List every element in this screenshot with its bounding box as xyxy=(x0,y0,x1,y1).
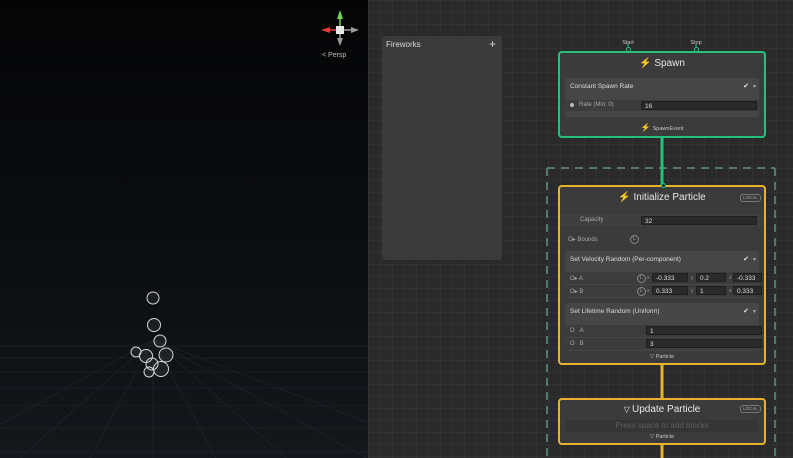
rate-port[interactable] xyxy=(570,103,574,107)
set-lifetime-random-block[interactable]: Set Lifetime Random (Uniform) ✔ ▾ O A 1 … xyxy=(565,303,762,351)
orientation-gizmo[interactable] xyxy=(318,6,362,52)
flow-arrow-icon: ▽ xyxy=(623,405,632,414)
scene-view[interactable]: < Persp xyxy=(0,0,368,458)
capacity-field[interactable]: 32 xyxy=(641,216,757,225)
velocity-a-row: O▸ A L x -0.333 y 0.2 z -0.333 xyxy=(565,272,762,284)
lifetime-b-row: O B 3 xyxy=(565,338,762,350)
blackboard-panel: Fireworks + xyxy=(382,36,502,260)
velocity-a-x[interactable]: -0.333 xyxy=(652,273,688,282)
chevron-down-icon[interactable]: ▾ xyxy=(753,256,756,263)
velocity-a-y[interactable]: 0.2 xyxy=(696,273,726,282)
spawn-event-output[interactable]: ⚡ SpawnEvent xyxy=(560,123,764,132)
lightning-icon: ⚡ xyxy=(640,123,653,132)
velocity-b-label[interactable]: O▸ B xyxy=(570,288,583,295)
lifetime-a-row: O A 1 xyxy=(565,325,762,337)
set-velocity-random-block[interactable]: Set Velocity Random (Per-component) ✔ ▾ … xyxy=(565,251,762,298)
velocity-b-y[interactable]: 1 xyxy=(696,286,726,295)
space-badge[interactable]: LOCAL xyxy=(740,405,761,413)
velocity-a-label[interactable]: O▸ A xyxy=(570,275,583,282)
velocity-a-z[interactable]: -0.333 xyxy=(733,273,762,282)
lifetime-b-label[interactable]: O B xyxy=(570,341,584,347)
block-enabled-checkbox[interactable]: ✔ xyxy=(743,255,749,263)
projection-label[interactable]: < Persp xyxy=(322,52,346,59)
expand-arrow-icon: O▸ xyxy=(568,237,578,243)
spawn-title: Spawn xyxy=(654,58,685,69)
update-header: ▽ Update Particle xyxy=(560,404,764,415)
lifetime-b-field[interactable]: 3 xyxy=(646,339,762,348)
block-title: Constant Spawn Rate xyxy=(570,83,634,90)
chevron-down-icon[interactable]: ▾ xyxy=(753,83,756,90)
update-particle-context[interactable]: ▽ Update Particle LOCAL Press space to a… xyxy=(558,398,766,445)
update-title: Update Particle xyxy=(632,404,701,415)
velocity-b-x[interactable]: 0.333 xyxy=(652,286,688,295)
add-blocks-hint[interactable]: Press space to add blocks xyxy=(566,420,758,432)
lifetime-a-field[interactable]: 1 xyxy=(646,326,762,335)
chevron-down-icon[interactable]: ▾ xyxy=(753,308,756,315)
scene-grid xyxy=(0,291,368,458)
velocity-b-row: O▸ B L x 0.333 y 1 z 0.333 xyxy=(565,285,762,297)
lightning-icon: ⚡ xyxy=(618,192,634,203)
bounds-label[interactable]: O▸ Bounds xyxy=(568,236,598,243)
lightning-icon: ⚡ xyxy=(639,58,655,69)
vfx-graph-view[interactable]: Fireworks + Start Stop ⚡ Spawn Constant … xyxy=(368,0,793,458)
block-enabled-checkbox[interactable]: ✔ xyxy=(743,307,749,315)
rate-label: Rate (Min: 0) xyxy=(579,102,614,108)
lifetime-a-label[interactable]: O A xyxy=(570,328,584,334)
blackboard-title: Fireworks xyxy=(386,40,421,49)
init-particle-output[interactable]: ▽ Particle xyxy=(560,354,764,360)
block-title: Set Velocity Random (Per-component) xyxy=(570,256,681,263)
start-port-label: Start xyxy=(622,40,634,46)
capacity-row: Capacity 32 xyxy=(560,214,764,226)
spawn-context[interactable]: ⚡ Spawn Constant Spawn Rate ✔ ▾ Rate (Mi… xyxy=(558,51,766,138)
initialize-particle-context[interactable]: ⚡ Initialize Particle LOCAL Capacity 32 … xyxy=(558,183,766,365)
rate-row: Rate (Min: 0) 16 xyxy=(565,100,759,111)
space-icon[interactable]: L xyxy=(637,274,646,283)
block-enabled-checkbox[interactable]: ✔ xyxy=(743,82,749,90)
spawn-event-label: SpawnEvent xyxy=(652,126,684,132)
spawn-header: ⚡ Spawn xyxy=(560,58,764,69)
rate-field[interactable]: 16 xyxy=(641,101,757,110)
space-icon[interactable]: L xyxy=(637,287,646,296)
init-input-port[interactable] xyxy=(661,183,666,188)
velocity-b-z[interactable]: 0.333 xyxy=(733,286,762,295)
bounds-row: O▸ Bounds L xyxy=(560,233,764,245)
space-icon[interactable]: L xyxy=(630,235,639,244)
space-badge[interactable]: LOCAL xyxy=(740,194,761,202)
add-property-button[interactable]: + xyxy=(489,37,496,51)
particle-bubbles xyxy=(130,291,174,378)
block-title: Set Lifetime Random (Uniform) xyxy=(570,308,660,315)
capacity-label: Capacity xyxy=(580,217,604,223)
stop-port-label: Stop xyxy=(690,40,702,46)
init-header: ⚡ Initialize Particle xyxy=(560,192,764,203)
update-particle-output[interactable]: ▽ Particle xyxy=(560,434,764,440)
constant-spawn-rate-block[interactable]: Constant Spawn Rate ✔ ▾ Rate (Min: 0) 16 xyxy=(565,78,759,117)
init-title: Initialize Particle xyxy=(633,192,706,203)
